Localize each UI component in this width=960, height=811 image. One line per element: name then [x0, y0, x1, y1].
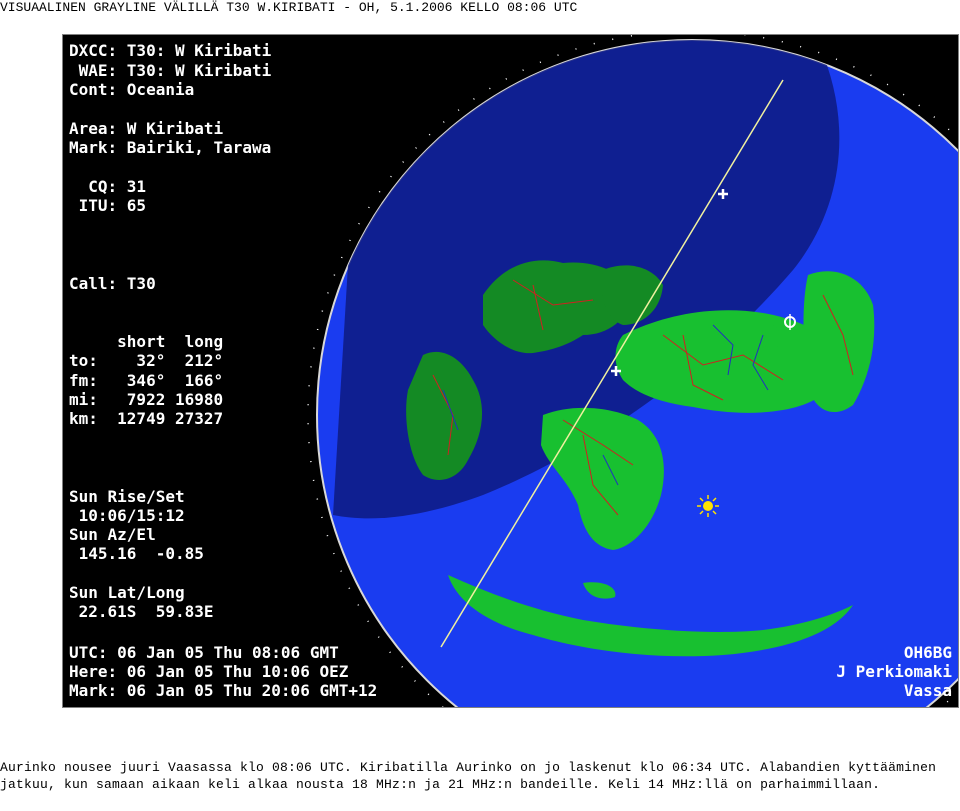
area-line: Area: W Kiribati: [69, 119, 224, 138]
caption-text: Aurinko nousee juuri Vaasassa klo 08:06 …: [0, 760, 937, 792]
dxcc-line: DXCC: T30: W Kiribati: [69, 41, 272, 60]
wae-line: WAE: T30: W Kiribati: [69, 61, 272, 80]
mark-time-line: Mark: 06 Jan 05 Thu 20:06 GMT+12: [69, 681, 378, 700]
mark-line: Mark: Bairiki, Tarawa: [69, 138, 272, 157]
page-title: VISUAALINEN GRAYLINE VÄLILLÄ T30 W.KIRIB…: [0, 0, 578, 15]
local-time-line: Here: 06 Jan 05 Thu 10:06 OEZ: [69, 662, 349, 681]
sun-lat-long-label: Sun Lat/Long: [69, 583, 185, 602]
itu-zone-line: ITU: 65: [69, 196, 147, 215]
sun-icon: [697, 495, 719, 517]
station-location: Vassa: [903, 681, 952, 700]
grayline-map-window: DXCC: T30: W Kiribati WAE: T30: W Kiriba…: [62, 34, 959, 708]
utc-time-line: UTC: 06 Jan 05 Thu 08:06 GMT: [69, 643, 339, 662]
continent-line: Cont: Oceania: [69, 80, 195, 99]
distance-km-line: km: 12749 27327: [69, 409, 224, 428]
sun-rise-set-label: Sun Rise/Set: [69, 487, 185, 506]
cq-zone-line: CQ: 31: [69, 177, 147, 196]
sun-az-el-value: 145.16 -0.85: [69, 544, 204, 563]
station-callsign: OH6BG: [903, 643, 952, 662]
sun-lat-long-value: 22.61S 59.83E: [69, 602, 214, 621]
bearing-to-line: to: 32° 212°: [69, 351, 224, 370]
distance-miles-line: mi: 7922 16980: [69, 390, 224, 409]
sun-rise-set-value: 10:06/15:12: [69, 506, 185, 525]
station-operator: J Perkiomaki: [836, 662, 952, 681]
bearing-from-line: fm: 346° 166°: [69, 371, 224, 390]
sun-az-el-label: Sun Az/El: [69, 525, 156, 544]
call-line: Call: T30: [69, 274, 156, 293]
path-header: short long: [69, 332, 224, 351]
